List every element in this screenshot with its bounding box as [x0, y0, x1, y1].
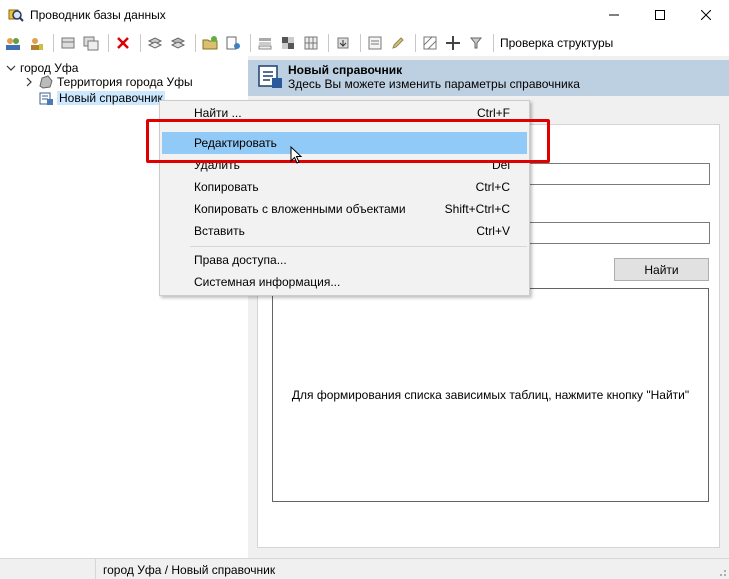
maximize-button[interactable] [637, 0, 683, 30]
structure-check-button[interactable]: Проверка структуры [500, 36, 613, 50]
menu-item-system-info[interactable]: Системная информация... [162, 271, 527, 293]
users-icon[interactable] [3, 33, 23, 53]
hatch-icon[interactable] [420, 33, 440, 53]
form-icon[interactable] [365, 33, 385, 53]
menu-item-copy[interactable]: Копировать Ctrl+C [162, 176, 527, 198]
tree-node-new-directory[interactable]: Новый справочник [38, 90, 165, 106]
pencil-icon[interactable] [388, 33, 408, 53]
directory-edit-icon [256, 63, 284, 91]
toolbar: Проверка структуры [0, 30, 729, 56]
menu-item-copy-nested[interactable]: Копировать с вложенными объектами Shift+… [162, 198, 527, 220]
status-path: город Уфа / Новый справочник [103, 563, 276, 577]
window-title: Проводник базы данных [30, 8, 166, 22]
status-bar: город Уфа / Новый справочник [0, 558, 729, 579]
dependent-tables-list[interactable]: Для формирования списка зависимых таблиц… [272, 288, 709, 502]
new-table-icon[interactable] [58, 33, 78, 53]
mouse-cursor-icon [290, 146, 303, 164]
delete-icon[interactable] [113, 33, 133, 53]
highlight-annotation [146, 119, 550, 163]
stack-icon[interactable] [255, 33, 275, 53]
tree-label-root: город Уфа [20, 61, 79, 75]
territory-icon [38, 74, 54, 90]
deps-hint-text: Для формирования списка зависимых таблиц… [291, 388, 690, 402]
menu-separator [190, 246, 527, 247]
crosshair-icon[interactable] [443, 33, 463, 53]
layers-alt-icon[interactable] [168, 33, 188, 53]
tree-label-new-directory: Новый справочник [57, 91, 165, 105]
magnifier-db-icon [8, 7, 24, 23]
tree-node-territory[interactable]: Территория города Уфы [24, 74, 193, 90]
menu-item-paste[interactable]: Вставить Ctrl+V [162, 220, 527, 242]
user-key-icon[interactable] [26, 33, 46, 53]
filter-icon[interactable] [466, 33, 486, 53]
directory-icon [38, 90, 54, 106]
checker-icon[interactable] [278, 33, 298, 53]
title-bar: Проводник базы данных [0, 0, 729, 30]
chevron-down-icon[interactable] [6, 63, 16, 73]
menu-item-access-rights[interactable]: Права доступа... [162, 249, 527, 271]
tree-label-territory: Территория города Уфы [57, 75, 193, 89]
resize-grip-icon[interactable] [717, 567, 727, 577]
layers-icon[interactable] [145, 33, 165, 53]
doc-settings-icon[interactable] [223, 33, 243, 53]
panel-subtitle: Здесь Вы можете изменить параметры справ… [288, 77, 580, 91]
table-copy-icon[interactable] [81, 33, 101, 53]
panel-title: Новый справочник [288, 63, 403, 77]
import-icon[interactable] [333, 33, 353, 53]
chevron-right-icon[interactable] [24, 77, 34, 87]
panel-header: Новый справочник Здесь Вы можете изменит… [248, 60, 729, 96]
folder-plus-icon[interactable] [200, 33, 220, 53]
status-cell-empty [0, 559, 96, 579]
close-button[interactable] [683, 0, 729, 30]
grid-icon[interactable] [301, 33, 321, 53]
minimize-button[interactable] [591, 0, 637, 30]
find-button[interactable]: Найти [614, 258, 709, 281]
